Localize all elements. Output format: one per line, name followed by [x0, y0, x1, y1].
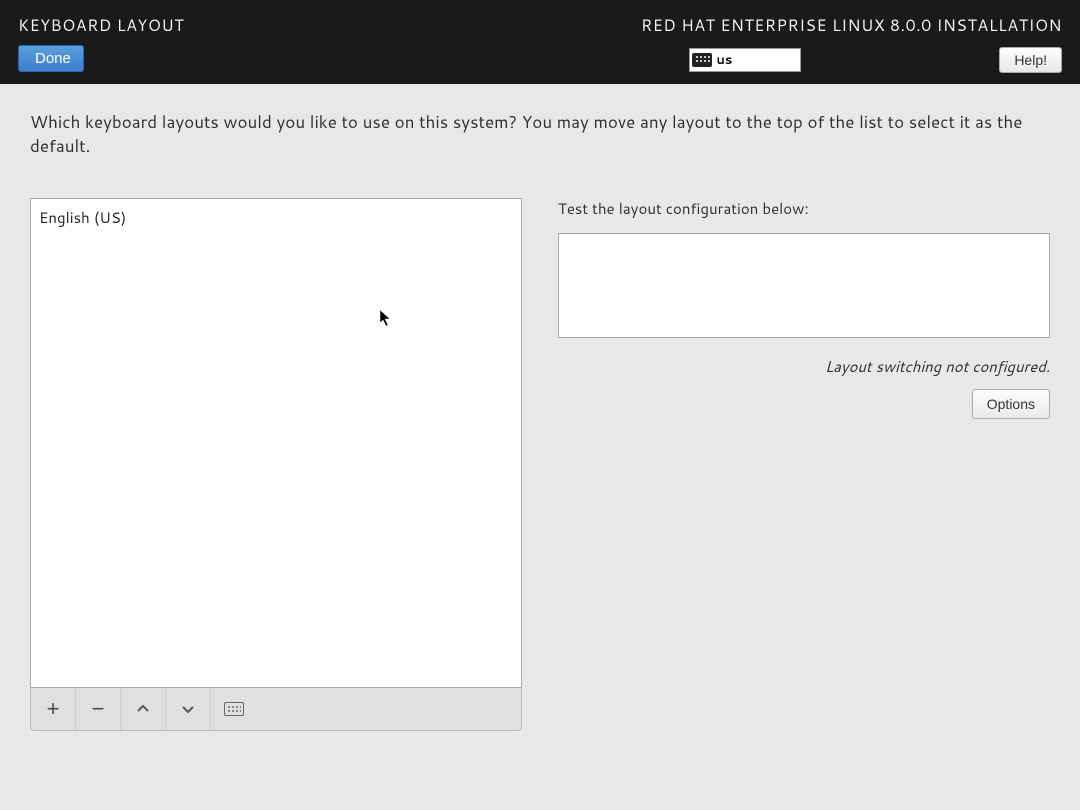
- page-title: KEYBOARD LAYOUT: [18, 14, 184, 37]
- remove-layout-button[interactable]: −: [76, 688, 121, 730]
- move-up-button[interactable]: [121, 688, 166, 730]
- help-button[interactable]: Help!: [999, 47, 1062, 73]
- layout-code: us: [716, 51, 732, 69]
- options-row: Options: [558, 389, 1050, 419]
- plus-icon: +: [47, 698, 60, 720]
- test-label: Test the layout configuration below:: [558, 198, 1050, 219]
- left-column: English (US) + −: [30, 198, 522, 731]
- layout-toolbar: + −: [30, 688, 522, 731]
- minus-icon: −: [92, 698, 105, 720]
- chevron-down-icon: [181, 702, 195, 716]
- product-name: RED HAT ENTERPRISE LINUX 8.0.0 INSTALLAT…: [641, 14, 1062, 37]
- done-button[interactable]: Done: [18, 45, 84, 72]
- layout-list-item[interactable]: English (US): [39, 205, 513, 230]
- keyboard-icon: [692, 53, 712, 67]
- cursor-icon: [379, 309, 393, 327]
- options-button[interactable]: Options: [972, 389, 1050, 419]
- move-down-button[interactable]: [166, 688, 211, 730]
- header-right-row: us Help!: [689, 47, 1062, 73]
- header-right: RED HAT ENTERPRISE LINUX 8.0.0 INSTALLAT…: [641, 14, 1062, 73]
- layout-test-input[interactable]: [558, 233, 1050, 338]
- keyboard-icon: [224, 702, 244, 716]
- preview-keyboard-button[interactable]: [211, 688, 256, 730]
- main-content: Which keyboard layouts would you like to…: [0, 84, 1080, 757]
- right-column: Test the layout configuration below: Lay…: [558, 198, 1050, 731]
- keyboard-layout-list[interactable]: English (US): [30, 198, 522, 688]
- columns: English (US) + −: [30, 198, 1050, 731]
- add-layout-button[interactable]: +: [31, 688, 76, 730]
- layout-switching-status: Layout switching not configured.: [558, 356, 1050, 377]
- instructions-text: Which keyboard layouts would you like to…: [30, 110, 1050, 158]
- header-bar: KEYBOARD LAYOUT Done RED HAT ENTERPRISE …: [0, 0, 1080, 84]
- keyboard-layout-indicator[interactable]: us: [689, 48, 801, 72]
- chevron-up-icon: [136, 702, 150, 716]
- header-left: KEYBOARD LAYOUT Done: [18, 14, 184, 72]
